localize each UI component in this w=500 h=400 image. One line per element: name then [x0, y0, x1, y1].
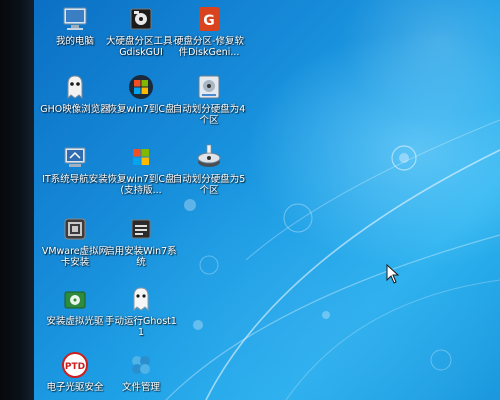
- desktop-icon-it-navigation[interactable]: IT系统导航安装: [38, 142, 112, 185]
- desktop-icon-file-manager[interactable]: 文件管理: [104, 350, 178, 393]
- desktop-icon-vmware[interactable]: VMware虚拟网卡安装: [38, 214, 112, 268]
- icon-label: 手动运行Ghost11: [105, 316, 177, 338]
- icon-label: 电子光驱安全: [46, 382, 104, 393]
- desktop-icon-restore-win7-alt[interactable]: 恢复win7到C盘(支持版...: [104, 142, 178, 196]
- icon-label: 自动划分硬盘为5个区: [172, 174, 246, 196]
- it-navigation-icon: [64, 147, 86, 167]
- desktop-icon-restore-win7[interactable]: 恢复win7到C盘: [104, 72, 178, 115]
- svg-text:G: G: [203, 13, 215, 29]
- diskgenius-icon: G: [199, 7, 219, 31]
- disk-tool-icon: [130, 8, 152, 30]
- monitor-bezel: [0, 0, 34, 400]
- svg-text:PTD: PTD: [65, 362, 85, 372]
- icon-label: 大硬盘分区工具-GdiskGUI: [106, 36, 176, 58]
- mouse-cursor-icon: [386, 264, 400, 284]
- icon-label: 启用安装Win7系统: [105, 246, 177, 268]
- ghost-viewer-icon: [67, 75, 83, 100]
- icon-label: GHO映像浏览器: [40, 104, 110, 115]
- desktop-icon-gdiskgui[interactable]: 大硬盘分区工具-GdiskGUI: [104, 4, 178, 58]
- icon-label: 自动划分硬盘为4个区: [172, 104, 246, 126]
- icon-label: 恢复win7到C盘(支持版...: [107, 174, 175, 196]
- desktop-icon-ptd[interactable]: PTD 电子光驱安全: [38, 350, 112, 393]
- ghost-icon: [133, 287, 149, 312]
- icon-label: 文件管理: [121, 382, 160, 393]
- desktop[interactable]: 我的电脑 大硬盘分区工具-GdiskGUI G 硬盘分区-修复软件DiskGen…: [26, 0, 500, 400]
- icon-label: 我的电脑: [55, 36, 94, 47]
- virtual-drive-icon: [64, 291, 86, 309]
- desktop-icon-gho-viewer[interactable]: GHO映像浏览器: [38, 72, 112, 115]
- vmware-icon: [64, 218, 86, 240]
- installer-icon: [131, 219, 151, 239]
- wallpaper-swoosh: [165, 119, 500, 400]
- desktop-icon-diskgenius[interactable]: G 硬盘分区-修复软件DiskGeni...: [172, 4, 246, 58]
- windows-restore-icon: [129, 75, 153, 99]
- desktop-icon-auto-partition-5[interactable]: 自动划分硬盘为5个区: [172, 142, 246, 196]
- icon-label: VMware虚拟网卡安装: [41, 246, 109, 268]
- icon-label: IT系统导航安装: [42, 174, 108, 185]
- desktop-icon-ghost11[interactable]: 手动运行Ghost11: [104, 284, 178, 338]
- desktop-icon-my-computer[interactable]: 我的电脑: [38, 4, 112, 47]
- screen: 我的电脑 大硬盘分区工具-GdiskGUI G 硬盘分区-修复软件DiskGen…: [0, 0, 500, 400]
- icon-label: 恢复win7到C盘: [107, 104, 175, 115]
- desktop-icon-auto-partition-4[interactable]: 自动划分硬盘为4个区: [172, 72, 246, 126]
- file-manager-icon: [132, 356, 150, 374]
- desktop-icon-install-win7[interactable]: 启用安装Win7系统: [104, 214, 178, 268]
- windows-restore-icon: [133, 149, 149, 165]
- icon-label: 安装虚拟光驱: [46, 316, 104, 327]
- icon-label: 硬盘分区-修复软件DiskGeni...: [174, 36, 244, 58]
- desktop-icon-virtual-drive[interactable]: 安装虚拟光驱: [38, 284, 112, 327]
- computer-icon: [63, 7, 87, 30]
- ptd-icon: PTD: [62, 352, 88, 378]
- auto-partition-icon: [198, 75, 220, 99]
- auto-partition-icon: [197, 144, 221, 167]
